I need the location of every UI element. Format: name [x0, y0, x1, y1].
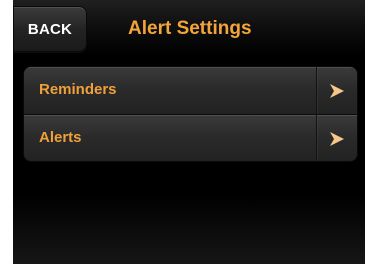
back-button[interactable]: BACK [13, 6, 87, 52]
app-screen: BACK Alert Settings Reminders Alerts [13, 0, 365, 264]
page-title: Alert Settings [128, 18, 252, 39]
header-bar: BACK Alert Settings [13, 0, 365, 56]
list-item-alerts[interactable]: Alerts [24, 114, 357, 161]
background-gradient [13, 194, 365, 264]
settings-list: Reminders Alerts [23, 66, 358, 162]
list-item-label: Reminders [39, 81, 117, 98]
list-item-reminders[interactable]: Reminders [24, 67, 357, 114]
list-item-label: Alerts [39, 129, 82, 146]
chevron-right-icon[interactable] [316, 115, 357, 161]
chevron-right-icon[interactable] [316, 67, 357, 114]
